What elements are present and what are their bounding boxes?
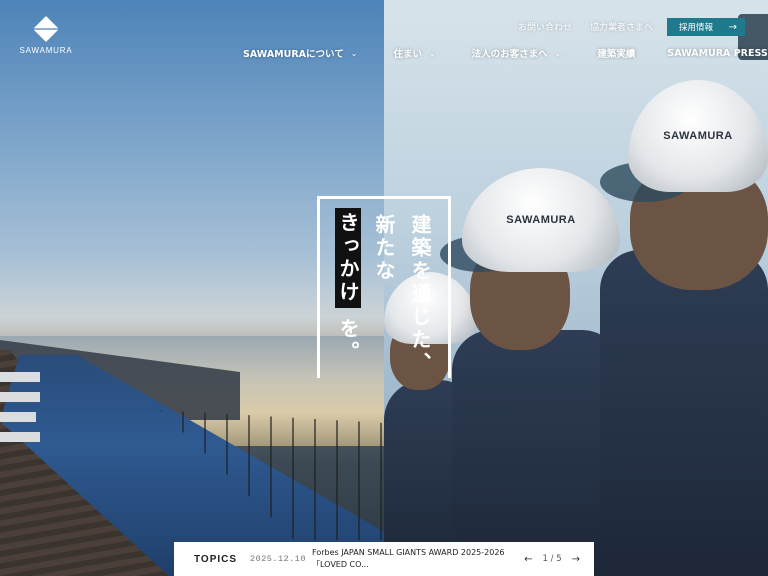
nav-item-works[interactable]: 建築実績 (597, 46, 635, 60)
worker-jacket (600, 250, 768, 576)
contact-link[interactable]: お問い合わせ (518, 20, 572, 33)
hero-lounger (0, 432, 40, 442)
chevron-down-icon: ⌄ (350, 48, 358, 58)
arrow-left-icon[interactable]: ← (524, 554, 532, 565)
catchphrase-line-3-suffix: を。 (336, 318, 360, 364)
chevron-down-icon: ⌄ (554, 48, 562, 58)
arrow-right-icon: → (728, 21, 737, 33)
catchphrase-highlight: きっかけ (335, 208, 361, 308)
hero-lounger (0, 392, 40, 402)
chevron-down-icon: ⌄ (428, 48, 436, 58)
topics-pager: ← 1 / 5 → (524, 554, 580, 565)
hero-lounger (0, 372, 40, 382)
nav-item-about[interactable]: SAWAMURAについて ⌄ (243, 46, 358, 61)
logo-diamond-icon (33, 16, 59, 42)
nav-item-press[interactable]: SAWAMURA PRESS (667, 46, 767, 60)
site-logo[interactable]: SAWAMURA (19, 16, 73, 55)
nav-label: SAWAMURA PRESS (667, 47, 768, 59)
topics-title-link[interactable]: Forbes JAPAN SMALL GIANTS AWARD 2025-202… (312, 547, 512, 571)
logo-text: SAWAMURA (19, 46, 73, 55)
nav-label: 法人のお客さまへ (471, 49, 548, 60)
nav-label: 住まい (393, 49, 422, 60)
partners-link[interactable]: 協力業者さまへ (590, 20, 653, 33)
hero-lounger (0, 412, 36, 422)
recruit-button[interactable]: 採用情報 → (667, 18, 745, 36)
recruit-label: 採用情報 (679, 23, 714, 33)
helmet-logo-text: SAWAMURA (506, 214, 576, 226)
topics-bar: TOPICS 2025.12.10 Forbes JAPAN SMALL GIA… (174, 542, 594, 576)
topics-page-count: 1 / 5 (542, 554, 562, 564)
topics-date: 2025.12.10 (250, 554, 307, 564)
nav-label: SAWAMURAについて (243, 49, 344, 60)
main-nav: SAWAMURAについて ⌄ 住まい ⌄ 法人のお客さまへ ⌄ 建築実績 SAW… (243, 46, 768, 61)
arrow-right-icon[interactable]: → (572, 554, 580, 565)
topics-label: TOPICS (194, 553, 238, 565)
nav-item-housing[interactable]: 住まい ⌄ (393, 46, 436, 61)
utility-links: お問い合わせ 協力業者さまへ (518, 20, 653, 33)
worker-jacket (452, 330, 622, 576)
helmet-logo-text: SAWAMURA (663, 130, 733, 142)
nav-item-corporate[interactable]: 法人のお客さまへ ⌄ (471, 46, 562, 61)
catchphrase-line-1: 建築を通じた、 (408, 214, 432, 375)
catchphrase-line-2: 新たな (372, 214, 396, 283)
nav-label: 建築実績 (597, 49, 636, 60)
